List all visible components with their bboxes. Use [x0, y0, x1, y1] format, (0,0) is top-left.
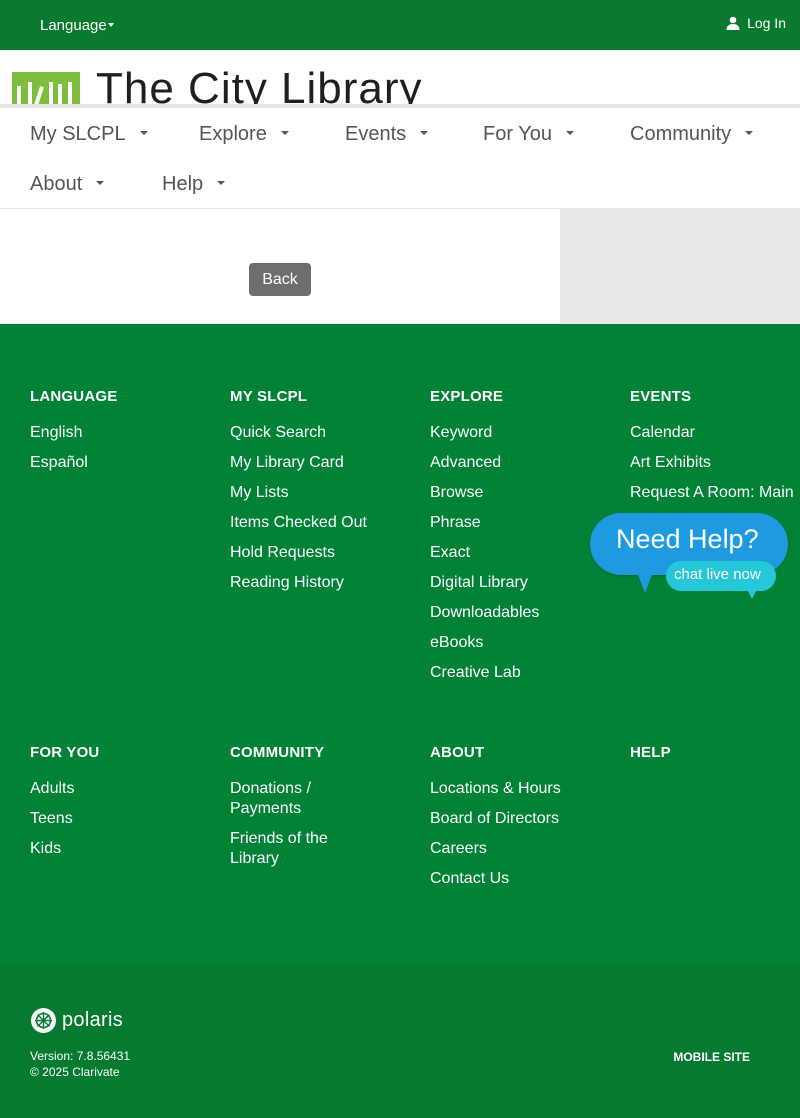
caret-down-icon: [139, 131, 148, 136]
main-navigation: My SLCPL Explore Events For You Communit…: [0, 108, 800, 209]
footer-link-calendar[interactable]: Calendar: [630, 423, 800, 443]
nav-label: My SLCPL: [30, 123, 126, 145]
nav-item-events[interactable]: Events: [345, 123, 429, 146]
language-label: Language: [40, 17, 107, 34]
footer-link-library-card[interactable]: My Library Card: [230, 453, 400, 473]
footer-link-digital-library[interactable]: Digital Library: [430, 573, 600, 593]
footer-heading: HELP: [630, 744, 671, 761]
nav-label: About: [30, 173, 83, 195]
footer-link-adults[interactable]: Adults: [30, 779, 200, 799]
footer-link-art-exhibits[interactable]: Art Exhibits: [630, 453, 800, 473]
caret-down-icon: [745, 131, 754, 136]
nav-item-for-you[interactable]: For You: [483, 123, 574, 146]
caret-down-icon: [420, 131, 429, 136]
nav-item-community[interactable]: Community: [630, 123, 754, 146]
language-dropdown[interactable]: Language: [40, 17, 114, 34]
footer-link-my-lists[interactable]: My Lists: [230, 483, 400, 503]
footer-link-english[interactable]: English: [30, 423, 200, 443]
footer-column-my-slcpl: MY SLCPL Quick Search My Library Card My…: [230, 388, 400, 603]
login-label: Log In: [747, 15, 786, 31]
footer-link-ebooks[interactable]: eBooks: [430, 633, 600, 653]
caret-down-icon: [217, 181, 226, 186]
user-icon: [726, 16, 740, 30]
nav-label: Explore: [199, 123, 267, 145]
chat-subtitle: chat live now: [674, 566, 761, 583]
footer-column-help: HELP: [630, 744, 800, 779]
polaris-wordmark: polaris: [62, 1009, 124, 1031]
main-content: Back: [0, 209, 800, 324]
footer-link-teens[interactable]: Teens: [30, 809, 200, 829]
site-footer: LANGUAGE English Español MY SLCPL Quick …: [0, 324, 800, 965]
login-link[interactable]: Log In: [726, 15, 786, 31]
footer-heading: FOR YOU: [30, 744, 100, 761]
footer-link-friends[interactable]: Friends of the Library: [230, 829, 350, 869]
nav-item-my-slcpl[interactable]: My SLCPL: [30, 123, 148, 146]
footer-link-downloadables[interactable]: Downloadables: [430, 603, 600, 623]
version-info: Version: 7.8.56431 © 2025 Clarivate: [30, 1048, 130, 1080]
polaris-logo: polaris: [30, 1007, 123, 1034]
mobile-site-link[interactable]: MOBILE SITE: [673, 1050, 750, 1064]
footer-column-for-you: FOR YOU Adults Teens Kids: [30, 744, 200, 869]
footer-link-items-checked-out[interactable]: Items Checked Out: [230, 513, 400, 533]
footer-heading: EXPLORE: [430, 388, 504, 405]
footer-link-browse[interactable]: Browse: [430, 483, 600, 503]
caret-down-icon: [280, 131, 289, 136]
footer-link-kids[interactable]: Kids: [30, 839, 200, 859]
footer-link-advanced[interactable]: Advanced: [430, 453, 600, 473]
footer-column-about: ABOUT Locations & Hours Board of Directo…: [430, 744, 600, 899]
side-panel: [560, 209, 800, 324]
footer-link-espanol[interactable]: Español: [30, 453, 200, 473]
caret-down-icon: [107, 23, 114, 27]
footer-heading: EVENTS: [630, 388, 692, 405]
footer-link-quick-search[interactable]: Quick Search: [230, 423, 400, 443]
footer-heading: COMMUNITY: [230, 744, 325, 761]
back-button[interactable]: Back: [249, 263, 311, 296]
nav-label: Help: [162, 173, 204, 195]
footer-link-exact[interactable]: Exact: [430, 543, 600, 563]
footer-column-events: EVENTS Calendar Art Exhibits Request A R…: [630, 388, 800, 533]
library-logo-icon[interactable]: [12, 72, 80, 104]
chat-title: Need Help?: [616, 524, 759, 554]
logo-banner: The City Library: [0, 50, 800, 104]
version-text: Version: 7.8.56431: [30, 1049, 131, 1063]
footer-column-community: COMMUNITY Donations / Payments Friends o…: [230, 744, 350, 879]
footer-link-creative-lab[interactable]: Creative Lab: [430, 663, 600, 683]
nav-item-help[interactable]: Help: [162, 173, 226, 196]
footer-column-explore: EXPLORE Keyword Advanced Browse Phrase E…: [430, 388, 600, 693]
nav-label: Events: [345, 123, 407, 145]
footer-link-contact[interactable]: Contact Us: [430, 869, 600, 889]
nav-label: Community: [630, 123, 732, 145]
chat-bubble-tail: [636, 569, 654, 593]
chat-widget[interactable]: Need Help? chat live now: [590, 513, 790, 603]
caret-down-icon: [96, 181, 105, 186]
footer-link-locations[interactable]: Locations & Hours: [430, 779, 600, 799]
footer-link-phrase[interactable]: Phrase: [430, 513, 600, 533]
site-title[interactable]: The City Library: [96, 64, 423, 104]
footer-link-careers[interactable]: Careers: [430, 839, 600, 859]
caret-down-icon: [565, 131, 574, 136]
bottom-bar: polaris Version: 7.8.56431 © 2025 Clariv…: [0, 965, 800, 1118]
footer-column-language: LANGUAGE English Español: [30, 388, 200, 483]
footer-link-reading-history[interactable]: Reading History: [230, 573, 400, 593]
copyright-text: © 2025 Clarivate: [30, 1065, 120, 1079]
top-bar: Language Log In: [0, 0, 800, 50]
footer-heading: ABOUT: [430, 744, 485, 761]
nav-item-about[interactable]: About: [30, 173, 105, 196]
footer-link-hold-requests[interactable]: Hold Requests: [230, 543, 400, 563]
nav-label: For You: [483, 123, 552, 145]
footer-link-donations[interactable]: Donations / Payments: [230, 779, 350, 819]
chat-live-tail: [746, 587, 758, 599]
nav-item-explore[interactable]: Explore: [199, 123, 289, 146]
footer-link-keyword[interactable]: Keyword: [430, 423, 600, 443]
footer-heading: LANGUAGE: [30, 388, 118, 405]
polaris-logo-icon: [31, 1008, 56, 1033]
footer-heading: MY SLCPL: [230, 388, 308, 405]
footer-link-board[interactable]: Board of Directors: [430, 809, 600, 829]
